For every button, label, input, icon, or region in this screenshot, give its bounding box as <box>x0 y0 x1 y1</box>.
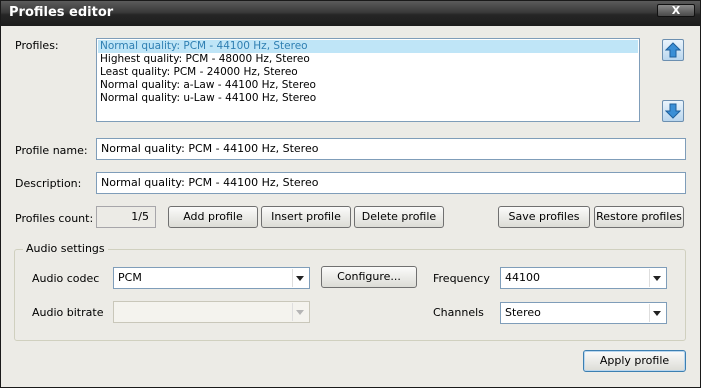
audio-settings-group <box>14 249 686 341</box>
audio-codec-label: Audio codec <box>32 272 100 285</box>
list-item[interactable]: Highest quality: PCM - 48000 Hz, Stereo <box>98 53 638 66</box>
profiles-editor-window: Profiles editor X Profiles: Normal quali… <box>0 0 701 388</box>
add-profile-button[interactable]: Add profile <box>168 206 258 228</box>
chevron-down-icon[interactable] <box>649 304 665 322</box>
arrow-down-icon <box>665 103 681 119</box>
profiles-count-label: Profiles count: <box>15 212 94 225</box>
apply-profile-button[interactable]: Apply profile <box>583 350 686 372</box>
close-button[interactable]: X <box>657 4 695 17</box>
audio-bitrate-label: Audio bitrate <box>32 306 104 319</box>
list-item[interactable]: Normal quality: a-Law - 44100 Hz, Stereo <box>98 79 638 92</box>
window-title: Profiles editor <box>9 5 114 20</box>
channels-value: Stereo <box>505 306 541 319</box>
profile-name-label: Profile name: <box>15 144 88 157</box>
chevron-down-icon[interactable] <box>292 269 308 287</box>
chevron-down-icon <box>292 303 308 321</box>
audio-bitrate-select <box>113 301 310 323</box>
move-down-button[interactable] <box>662 100 684 122</box>
save-profiles-button[interactable]: Save profiles <box>498 206 590 228</box>
restore-profiles-button[interactable]: Restore profiles <box>594 206 684 228</box>
configure-button[interactable]: Configure... <box>321 266 417 288</box>
profiles-label: Profiles: <box>15 39 59 52</box>
channels-select[interactable]: Stereo <box>500 302 667 324</box>
frequency-select[interactable]: 44100 <box>500 267 667 289</box>
audio-codec-value: PCM <box>118 271 142 284</box>
insert-profile-button[interactable]: Insert profile <box>261 206 351 228</box>
list-item[interactable]: Normal quality: PCM - 44100 Hz, Stereo <box>98 40 638 53</box>
list-item[interactable]: Least quality: PCM - 24000 Hz, Stereo <box>98 66 638 79</box>
profiles-list[interactable]: Normal quality: PCM - 44100 Hz, Stereo H… <box>96 38 640 122</box>
description-label: Description: <box>15 177 82 190</box>
profiles-count-value: 1/5 <box>96 206 156 228</box>
frequency-label: Frequency <box>433 272 490 285</box>
close-icon: X <box>671 4 681 17</box>
chevron-down-icon[interactable] <box>649 269 665 287</box>
move-up-button[interactable] <box>662 39 684 61</box>
list-item[interactable]: Normal quality: u-Law - 44100 Hz, Stereo <box>98 92 638 105</box>
title-bar[interactable]: Profiles editor X <box>1 1 700 26</box>
arrow-up-icon <box>665 42 681 58</box>
profile-name-field[interactable]: Normal quality: PCM - 44100 Hz, Stereo <box>96 138 686 160</box>
frequency-value: 44100 <box>505 271 540 284</box>
audio-codec-select[interactable]: PCM <box>113 267 310 289</box>
description-field[interactable]: Normal quality: PCM - 44100 Hz, Stereo <box>96 172 686 194</box>
delete-profile-button[interactable]: Delete profile <box>354 206 444 228</box>
channels-label: Channels <box>433 306 484 319</box>
audio-settings-title: Audio settings <box>23 242 108 255</box>
